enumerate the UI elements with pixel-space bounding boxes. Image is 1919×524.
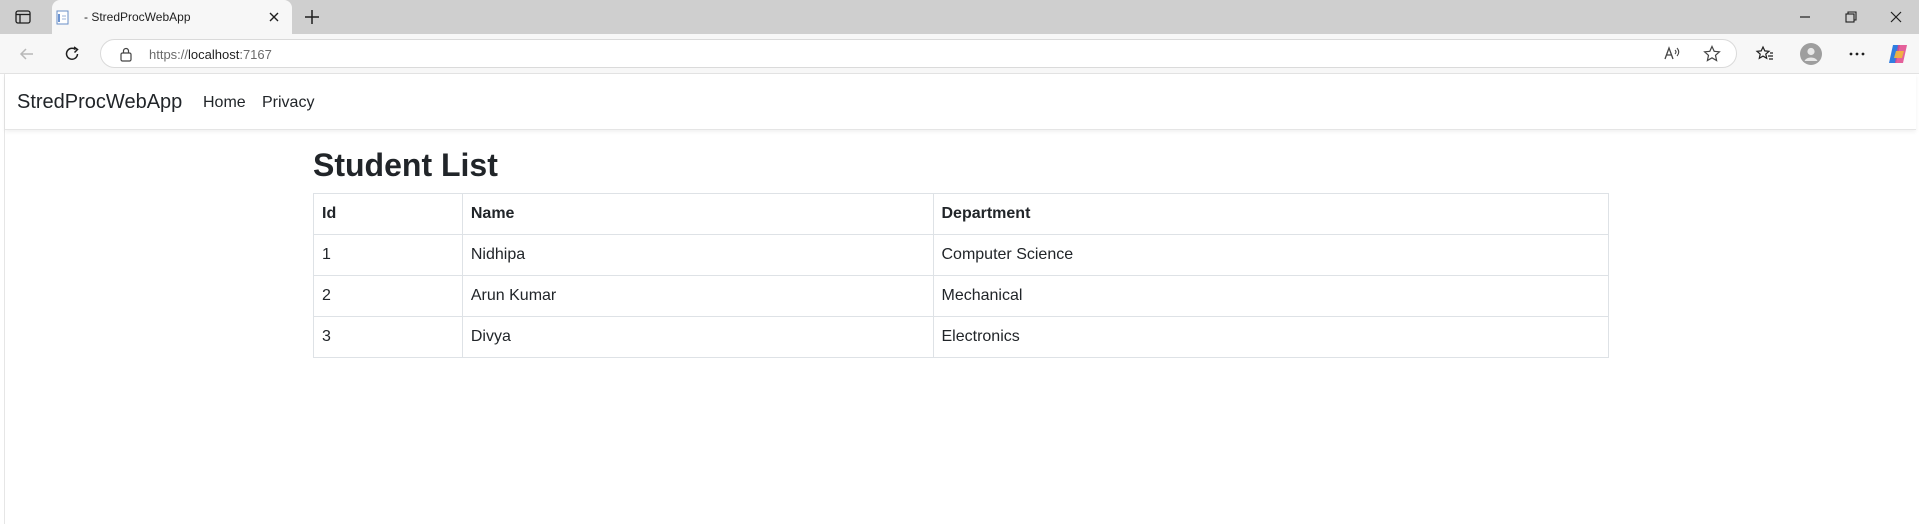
cell-department: Mechanical: [932, 275, 1609, 317]
window-close-icon[interactable]: [1887, 8, 1905, 26]
minimize-icon[interactable]: [1796, 8, 1814, 26]
table-header-row: Id Name Department: [313, 193, 1609, 235]
cell-department: Electronics: [932, 316, 1609, 358]
table-row: 1 Nidhipa Computer Science: [313, 234, 1609, 276]
close-icon[interactable]: [266, 9, 282, 25]
navbar-brand[interactable]: StredProcWebApp: [17, 91, 182, 114]
tab-actions-icon[interactable]: [12, 7, 34, 27]
cell-name: Nidhipa: [461, 234, 934, 276]
read-aloud-icon[interactable]: [1662, 44, 1682, 64]
star-icon[interactable]: [1702, 44, 1722, 64]
url-host: localhost: [188, 47, 240, 62]
cell-department: Computer Science: [932, 234, 1609, 276]
restore-icon[interactable]: [1842, 8, 1860, 26]
cell-id: 3: [313, 316, 463, 358]
profile-icon[interactable]: [1800, 43, 1822, 65]
nav-link-privacy[interactable]: Privacy: [262, 94, 314, 112]
url-port: :7167: [239, 47, 272, 62]
refresh-icon[interactable]: [62, 44, 82, 64]
back-icon[interactable]: [17, 44, 37, 64]
page-title: Student List: [313, 147, 498, 183]
url-scheme: https://: [149, 47, 189, 62]
nav-link-home[interactable]: Home: [203, 94, 246, 112]
column-header-id: Id: [313, 193, 463, 235]
address-bar[interactable]: https://localhost:7167: [100, 39, 1737, 68]
cell-id: 2: [313, 275, 463, 317]
cell-id: 1: [313, 234, 463, 276]
copilot-icon[interactable]: [1887, 43, 1909, 65]
tab-strip: - StredProcWebApp: [0, 0, 1919, 34]
page-favicon-icon: [56, 10, 72, 25]
column-header-department: Department: [932, 193, 1609, 235]
favorites-icon[interactable]: [1755, 44, 1775, 64]
url-text[interactable]: https://localhost:7167: [149, 47, 272, 62]
cell-name: Divya: [461, 316, 934, 358]
student-table: Id Name Department 1 Nidhipa Computer Sc…: [313, 193, 1609, 358]
lock-icon[interactable]: [118, 46, 134, 62]
more-icon[interactable]: [1847, 44, 1867, 64]
browser-toolbar: https://localhost:7167: [0, 34, 1919, 74]
cell-name: Arun Kumar: [461, 275, 934, 317]
page-viewport: StredProcWebApp Home Privacy Student Lis…: [4, 74, 1916, 524]
table-row: 3 Divya Electronics: [313, 316, 1609, 358]
table-row: 2 Arun Kumar Mechanical: [313, 275, 1609, 317]
tab-title[interactable]: - StredProcWebApp: [84, 10, 191, 24]
site-navbar: StredProcWebApp Home Privacy: [5, 74, 1916, 130]
plus-icon[interactable]: [302, 7, 322, 27]
column-header-name: Name: [461, 193, 934, 235]
